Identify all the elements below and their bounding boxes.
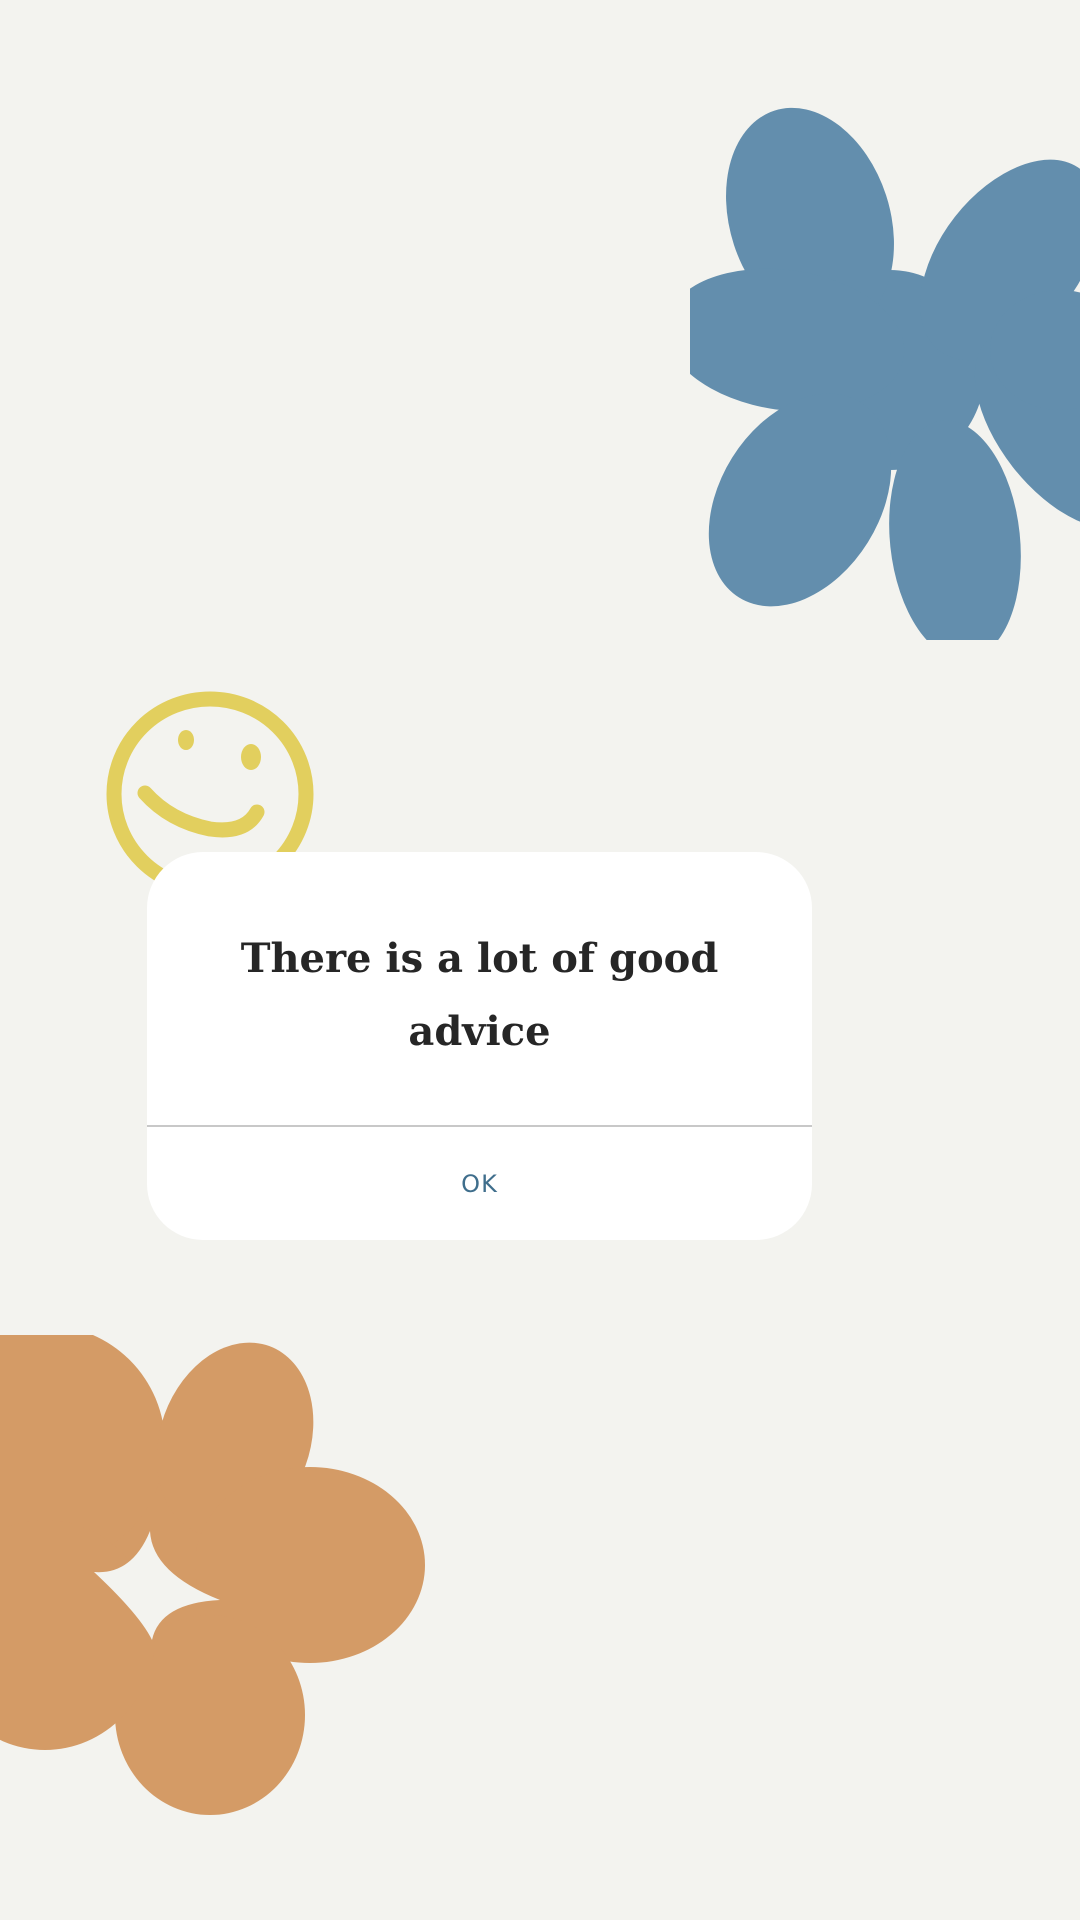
ok-button[interactable]: OK	[147, 1127, 812, 1240]
dialog-message: There is a lot of good advice	[240, 935, 719, 1055]
screen-background: There is a lot of good advice OK	[0, 0, 1080, 1920]
alert-dialog: There is a lot of good advice OK	[147, 852, 812, 1240]
blue-flower-icon	[690, 107, 1080, 640]
orange-flower-icon	[0, 1335, 425, 1815]
